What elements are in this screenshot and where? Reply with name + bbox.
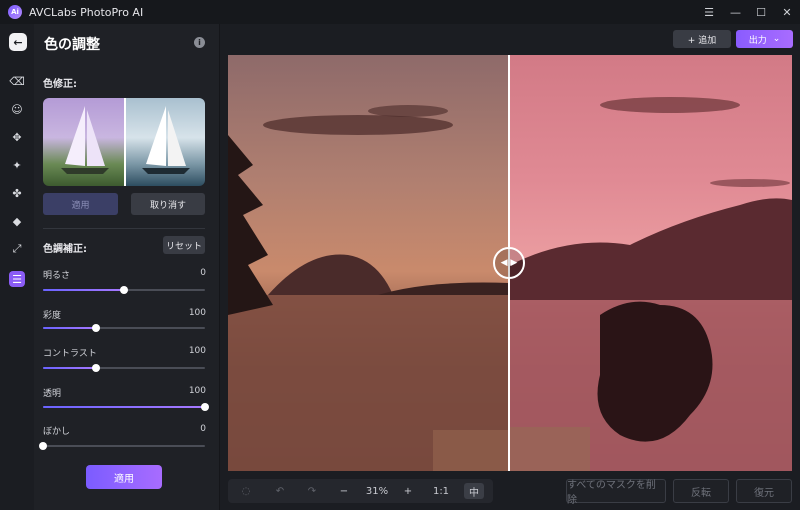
cancel-correction-button[interactable]: 取り消す: [131, 193, 205, 215]
opacity-label: 透明: [43, 389, 62, 399]
remove-all-masks-button[interactable]: すべてのマスクを削除: [566, 479, 666, 506]
redo-icon[interactable]: ↷: [302, 479, 322, 503]
preview-before: [43, 98, 124, 186]
compare-view-button[interactable]: 中: [464, 483, 484, 499]
color-adjust-icon[interactable]: ☰: [9, 271, 25, 287]
chevron-down-icon: ⌄: [772, 34, 781, 44]
adjust-panel: ← 色の調整 i 色修正: 適用 取り消す 色調補正: リセット 明るさ 0 彩: [9, 24, 220, 510]
section-divider: [43, 228, 205, 229]
before-image: [228, 55, 510, 471]
maximize-icon[interactable]: ☐: [756, 6, 766, 19]
after-scene: [510, 97, 792, 471]
opacity-value: 100: [188, 386, 206, 396]
close-icon[interactable]: ✕: [782, 6, 792, 19]
saturation-slider[interactable]: [43, 324, 205, 332]
resize-icon[interactable]: ⤢: [9, 241, 25, 257]
main-topbar: + 追加 出力 ⌄: [221, 24, 800, 54]
contrast-value: 100: [188, 346, 206, 356]
slider-knob[interactable]: [201, 403, 209, 411]
cutout-icon[interactable]: ✤: [9, 185, 25, 201]
zoom-level: 31%: [365, 485, 389, 497]
slider-knob[interactable]: [92, 324, 101, 332]
export-label: 出力: [748, 35, 767, 46]
restore-button[interactable]: 復元: [736, 479, 792, 503]
info-icon[interactable]: i: [194, 37, 205, 48]
tone-label: 色調補正:: [43, 244, 87, 255]
colorize-icon[interactable]: ✦: [9, 157, 25, 173]
brightness-slider[interactable]: [43, 286, 205, 294]
before-scene: [228, 105, 510, 471]
color-correction-label: 色修正:: [43, 79, 77, 90]
opacity-slider[interactable]: [43, 403, 209, 411]
zoom-in-icon[interactable]: +: [398, 479, 418, 503]
tool-rail: ⌫ ☺ ✥ ✦ ✤ ◆ ⤢ ☰: [0, 24, 34, 510]
title-bar: Ai AVCLabs PhotoPro AI ☰ — ☐ ✕: [0, 0, 800, 24]
apply-button[interactable]: 適用: [86, 465, 162, 489]
undo-icon[interactable]: ↶: [270, 479, 290, 503]
slider-knob[interactable]: [92, 364, 101, 372]
sailboat-icon: [142, 106, 190, 174]
actual-size-button[interactable]: 1:1: [428, 479, 454, 503]
saturation-label: 彩度: [43, 311, 62, 321]
slider-knob[interactable]: [120, 286, 128, 294]
app-logo-icon: Ai: [8, 5, 22, 19]
apply-correction-button[interactable]: 適用: [43, 193, 118, 215]
enhance-icon[interactable]: ✥: [9, 129, 25, 145]
eraser-icon[interactable]: ⌫: [9, 73, 25, 89]
fill-icon[interactable]: ◆: [9, 213, 25, 229]
reset-button[interactable]: リセット: [163, 236, 205, 254]
face-retouch-icon[interactable]: ☺: [9, 101, 25, 117]
blur-value: 0: [200, 424, 206, 434]
invert-button[interactable]: 反転: [673, 479, 729, 503]
back-button[interactable]: ←: [9, 33, 27, 51]
app-title: AVCLabs PhotoPro AI: [29, 5, 144, 19]
preview-after: [124, 98, 205, 186]
saturation-value: 100: [188, 308, 206, 318]
sailboat-icon: [61, 106, 109, 174]
window-controls: ☰ — ☐ ✕: [704, 0, 792, 24]
brightness-label: 明るさ: [43, 271, 71, 281]
minimize-icon[interactable]: —: [730, 6, 741, 19]
color-correction-preview: [43, 98, 205, 186]
menu-icon[interactable]: ☰: [704, 6, 714, 19]
select-tool-icon[interactable]: ◌: [236, 479, 256, 503]
compare-handle[interactable]: ◀ ▶: [493, 247, 525, 279]
contrast-label: コントラスト: [43, 349, 97, 359]
after-image: [510, 55, 792, 471]
slider-fill: [43, 327, 97, 329]
zoom-toolbar: ◌ ↶ ↷ − 31% + 1:1 中: [228, 479, 493, 503]
slider-fill: [43, 289, 124, 291]
add-button[interactable]: + 追加: [673, 30, 731, 48]
zoom-out-icon[interactable]: −: [334, 479, 354, 503]
panel-title: 色の調整: [44, 37, 100, 53]
slider-knob[interactable]: [39, 442, 47, 450]
blur-slider[interactable]: [39, 442, 205, 450]
contrast-slider[interactable]: [43, 364, 205, 372]
slider-fill: [43, 367, 97, 369]
export-button[interactable]: 出力 ⌄: [736, 30, 793, 48]
brightness-value: 0: [200, 268, 206, 278]
blur-label: ぼかし: [43, 427, 71, 437]
slider-fill: [43, 406, 205, 408]
